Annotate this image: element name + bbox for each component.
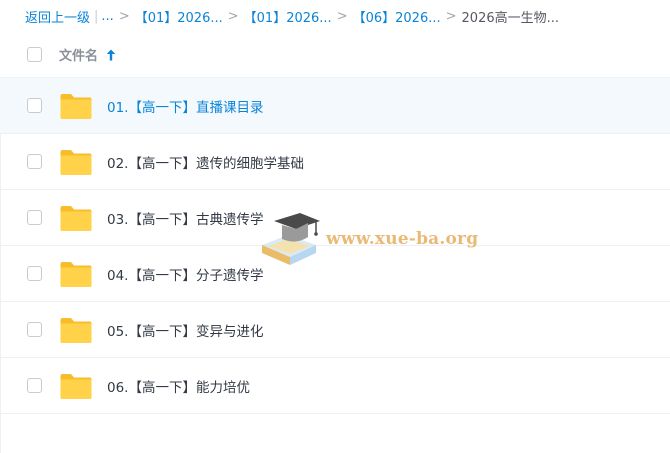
name-column-header[interactable]: 文件名	[59, 45, 116, 64]
back-link[interactable]: 返回上一级	[25, 7, 90, 26]
breadcrumb-ellipsis[interactable]: ...	[101, 9, 113, 24]
breadcrumb-separator: >	[445, 8, 457, 24]
file-row[interactable]: 06.【高一下】能力培优	[0, 358, 670, 414]
select-all-checkbox[interactable]	[27, 47, 42, 62]
breadcrumb-item-3[interactable]: 【06】2026...	[353, 7, 441, 26]
file-name[interactable]: 03.【高一下】古典遗传学	[107, 208, 263, 228]
breadcrumb-separator: >	[336, 8, 348, 24]
file-list: 01.【高一下】直播课目录 02.【高一下】遗传的细胞学基础 03.【高一下】古典遗…	[0, 78, 670, 414]
file-name[interactable]: 02.【高一下】遗传的细胞学基础	[107, 152, 304, 172]
name-column-label: 文件名	[59, 49, 99, 64]
row-checkbox[interactable]	[27, 266, 42, 281]
row-checkbox[interactable]	[27, 322, 42, 337]
folder-icon[interactable]	[59, 372, 93, 400]
breadcrumb-item-2[interactable]: 【01】2026...	[244, 7, 332, 26]
breadcrumb-separator: >	[118, 8, 130, 24]
row-checkbox[interactable]	[27, 378, 42, 393]
breadcrumb-separator: >	[227, 8, 239, 24]
file-row[interactable]: 04.【高一下】分子遗传学	[0, 246, 670, 302]
file-name[interactable]: 01.【高一下】直播课目录	[107, 96, 263, 116]
arrow-up-icon[interactable]	[106, 49, 116, 61]
breadcrumb-current: 2026高一生物...	[461, 10, 560, 26]
folder-icon[interactable]	[59, 204, 93, 232]
file-row[interactable]: 01.【高一下】直播课目录	[0, 78, 670, 134]
folder-icon[interactable]	[59, 260, 93, 288]
file-row[interactable]: 03.【高一下】古典遗传学	[0, 190, 670, 246]
file-row[interactable]: 05.【高一下】变异与进化	[0, 302, 670, 358]
folder-icon[interactable]	[59, 148, 93, 176]
row-checkbox[interactable]	[27, 154, 42, 169]
folder-icon[interactable]	[59, 92, 93, 120]
row-checkbox[interactable]	[27, 98, 42, 113]
folder-icon[interactable]	[59, 316, 93, 344]
file-name[interactable]: 04.【高一下】分子遗传学	[107, 264, 263, 284]
breadcrumb: 返回上一级 | ... > 【01】2026... > 【01】2026... …	[0, 0, 670, 32]
breadcrumb-item-1[interactable]: 【01】2026...	[135, 7, 223, 26]
row-checkbox[interactable]	[27, 210, 42, 225]
file-row[interactable]: 02.【高一下】遗传的细胞学基础	[0, 134, 670, 190]
file-name[interactable]: 05.【高一下】变异与进化	[107, 320, 263, 340]
breadcrumb-pipe: |	[94, 8, 99, 24]
list-header: 文件名	[0, 32, 670, 78]
file-name[interactable]: 06.【高一下】能力培优	[107, 376, 250, 396]
